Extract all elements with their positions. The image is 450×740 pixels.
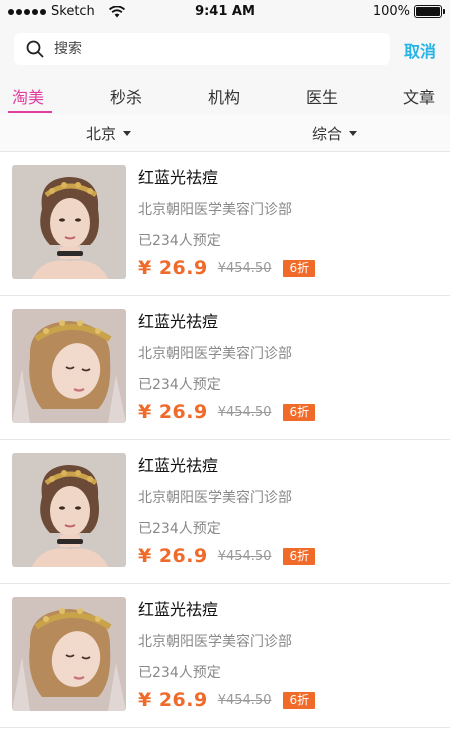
price-row: ¥ 26.9 ¥454.50 6折 <box>138 257 316 279</box>
booked-count: 已234人预定 <box>138 233 221 249</box>
active-tab-indicator <box>8 111 52 113</box>
tab-miaosha[interactable]: 秒杀 <box>110 84 142 108</box>
product-title: 红蓝光祛痘 <box>138 600 219 619</box>
clinic-name: 北京朝阳医学美容门诊部 <box>138 346 292 362</box>
current-price: ¥ 26.9 <box>138 257 208 279</box>
original-price: ¥454.50 <box>217 260 272 276</box>
discount-badge: 6折 <box>283 691 316 709</box>
product-list: 红蓝光祛痘 北京朝阳医学美容门诊部 已234人预定 ¥ 26.9 ¥454.50… <box>0 152 450 728</box>
product-title: 红蓝光祛痘 <box>138 456 219 475</box>
battery-icon <box>414 5 445 18</box>
original-price: ¥454.50 <box>217 548 272 564</box>
tab-taomei[interactable]: 淘美 <box>12 84 44 108</box>
product-card[interactable]: 红蓝光祛痘 北京朝阳医学美容门诊部 已234人预定 ¥ 26.9 ¥454.50… <box>0 152 450 296</box>
clinic-name: 北京朝阳医学美容门诊部 <box>138 490 292 506</box>
price-row: ¥ 26.9 ¥454.50 6折 <box>138 545 316 567</box>
caret-down-icon <box>123 131 132 136</box>
product-card[interactable]: 红蓝光祛痘 北京朝阳医学美容门诊部 已234人预定 ¥ 26.9 ¥454.50… <box>0 440 450 584</box>
price-row: ¥ 26.9 ¥454.50 6折 <box>138 689 316 711</box>
status-bar: Sketch 9:41 AM 100% <box>0 0 450 24</box>
booked-count: 已234人预定 <box>138 521 221 537</box>
booked-count: 已234人预定 <box>138 665 221 681</box>
current-price: ¥ 26.9 <box>138 401 208 423</box>
product-photo <box>12 165 126 279</box>
sort-filter[interactable]: 综合 <box>312 123 358 144</box>
price-row: ¥ 26.9 ¥454.50 6折 <box>138 401 316 423</box>
product-photo <box>12 309 126 423</box>
caret-down-icon <box>349 131 358 136</box>
product-title: 红蓝光祛痘 <box>138 312 219 331</box>
search-icon <box>26 40 44 58</box>
search-input[interactable] <box>54 41 374 57</box>
product-photo <box>12 597 126 711</box>
battery-percent: 100% <box>372 4 410 19</box>
search-header: 取消 <box>0 24 450 74</box>
booked-count: 已234人预定 <box>138 377 221 393</box>
status-right: 100% <box>372 4 445 19</box>
tab-wenzhang[interactable]: 文章 <box>403 84 435 108</box>
original-price: ¥454.50 <box>217 692 272 708</box>
clinic-name: 北京朝阳医学美容门诊部 <box>138 202 292 218</box>
sort-filter-label: 综合 <box>312 125 343 143</box>
tab-jigou[interactable]: 机构 <box>208 84 240 108</box>
current-price: ¥ 26.9 <box>138 545 208 567</box>
discount-badge: 6折 <box>283 403 316 421</box>
cancel-button[interactable]: 取消 <box>404 38 436 62</box>
search-box[interactable] <box>14 33 390 65</box>
product-card[interactable]: 红蓝光祛痘 北京朝阳医学美容门诊部 已234人预定 ¥ 26.9 ¥454.50… <box>0 584 450 728</box>
discount-badge: 6折 <box>283 259 316 277</box>
category-tabs: 淘美 秒杀 机构 医生 文章 <box>0 74 450 114</box>
product-photo <box>12 453 126 567</box>
city-filter-label: 北京 <box>86 125 117 143</box>
discount-badge: 6折 <box>283 547 316 565</box>
original-price: ¥454.50 <box>217 404 272 420</box>
tab-yisheng[interactable]: 医生 <box>306 84 338 108</box>
clinic-name: 北京朝阳医学美容门诊部 <box>138 634 292 650</box>
city-filter[interactable]: 北京 <box>86 123 132 144</box>
product-title: 红蓝光祛痘 <box>138 168 219 187</box>
product-card[interactable]: 红蓝光祛痘 北京朝阳医学美容门诊部 已234人预定 ¥ 26.9 ¥454.50… <box>0 296 450 440</box>
current-price: ¥ 26.9 <box>138 689 208 711</box>
filter-bar: 北京 综合 <box>0 114 450 152</box>
